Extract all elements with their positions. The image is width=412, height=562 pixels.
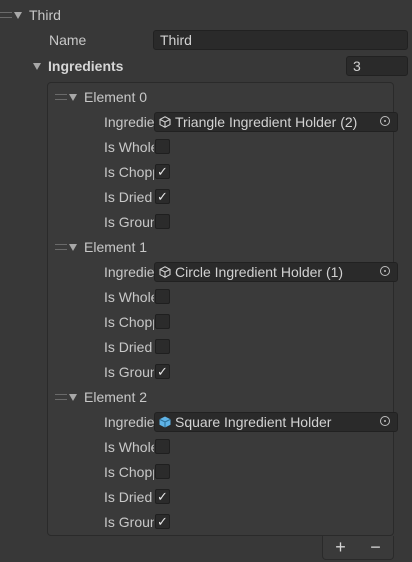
object-picker-icon — [380, 416, 390, 426]
foldout-title: Third — [29, 7, 61, 23]
checkmark-icon: ✓ — [157, 364, 168, 379]
name-label: Name — [49, 32, 87, 48]
ingredient-label: Ingredient — [104, 414, 154, 430]
checkmark-icon: ✓ — [157, 489, 168, 504]
foldout-arrow-icon[interactable] — [69, 393, 77, 401]
bool-checkbox[interactable] — [155, 289, 170, 304]
ingredient-object-name: Circle Ingredient Holder (1) — [175, 264, 344, 280]
bool-checkbox[interactable] — [155, 439, 170, 454]
prefab-cube-icon — [159, 416, 171, 428]
foldout-arrow-icon[interactable] — [69, 93, 77, 101]
bool-checkbox[interactable] — [155, 339, 170, 354]
bool-checkbox[interactable]: ✓ — [155, 514, 170, 529]
object-picker-icon — [380, 116, 390, 126]
bool-label: Is Chopped — [104, 314, 154, 330]
element-foldout[interactable]: Element 0 — [55, 86, 147, 108]
bool-checkbox[interactable] — [155, 139, 170, 154]
ingredient-label: Ingredient — [104, 264, 154, 280]
ingredients-foldout[interactable]: Ingredients — [33, 55, 123, 77]
drag-handle-icon[interactable] — [0, 12, 12, 18]
element-title: Element 0 — [84, 89, 148, 105]
bool-label: Is Whole — [104, 439, 154, 455]
bool-label: Is Dried — [104, 489, 153, 505]
object-picker-button[interactable] — [375, 113, 397, 131]
drag-handle-icon[interactable] — [55, 244, 67, 250]
bool-label: Is Ground — [104, 514, 154, 530]
object-picker-icon — [380, 266, 390, 276]
bool-label: Is Dried — [104, 189, 153, 205]
foldout-arrow-icon[interactable] — [33, 62, 41, 70]
cube-outline-icon — [159, 116, 171, 128]
bool-label: Is Ground — [104, 364, 154, 380]
drag-handle-icon[interactable] — [55, 94, 67, 100]
checkmark-icon: ✓ — [157, 514, 168, 529]
foldout-arrow-icon[interactable] — [69, 243, 77, 251]
element-foldout[interactable]: Element 1 — [55, 236, 147, 258]
ingredient-object-name: Square Ingredient Holder — [175, 414, 332, 430]
bool-label: Is Dried — [104, 339, 153, 355]
ingredients-label: Ingredients — [48, 58, 124, 74]
remove-element-button[interactable]: − — [370, 537, 381, 558]
bool-label: Is Chopped — [104, 464, 154, 480]
bool-checkbox[interactable]: ✓ — [155, 164, 170, 179]
object-picker-button[interactable] — [375, 413, 397, 431]
ingredient-object-name: Triangle Ingredient Holder (2) — [175, 114, 358, 130]
element-title: Element 2 — [84, 389, 148, 405]
checkmark-icon: ✓ — [157, 189, 168, 204]
ingredient-object-field[interactable]: Triangle Ingredient Holder (2) — [154, 112, 398, 132]
drag-handle-icon[interactable] — [55, 394, 67, 400]
bool-label: Is Chopped — [104, 164, 154, 180]
ingredient-label: Ingredient — [104, 114, 154, 130]
bool-checkbox[interactable] — [155, 314, 170, 329]
ingredients-size-field[interactable]: 3 — [346, 56, 408, 76]
bool-label: Is Ground — [104, 214, 154, 230]
bool-checkbox[interactable] — [155, 214, 170, 229]
bool-label: Is Whole — [104, 139, 154, 155]
ingredients-list — [47, 82, 394, 536]
third-foldout[interactable]: Third — [0, 4, 61, 26]
object-picker-button[interactable] — [375, 263, 397, 281]
element-foldout[interactable]: Element 2 — [55, 386, 147, 408]
foldout-arrow-icon[interactable] — [14, 11, 22, 19]
bool-checkbox[interactable] — [155, 464, 170, 479]
element-title: Element 1 — [84, 239, 148, 255]
bool-checkbox[interactable]: ✓ — [155, 364, 170, 379]
bool-checkbox[interactable]: ✓ — [155, 489, 170, 504]
ingredient-object-field[interactable]: Circle Ingredient Holder (1) — [154, 262, 398, 282]
ingredient-object-field[interactable]: Square Ingredient Holder — [154, 412, 398, 432]
add-element-button[interactable]: + — [335, 537, 346, 558]
list-footer: + − — [322, 536, 394, 560]
cube-outline-icon — [159, 266, 171, 278]
bool-label: Is Whole — [104, 289, 154, 305]
bool-checkbox[interactable]: ✓ — [155, 189, 170, 204]
name-field[interactable]: Third — [153, 30, 408, 50]
checkmark-icon: ✓ — [157, 164, 168, 179]
